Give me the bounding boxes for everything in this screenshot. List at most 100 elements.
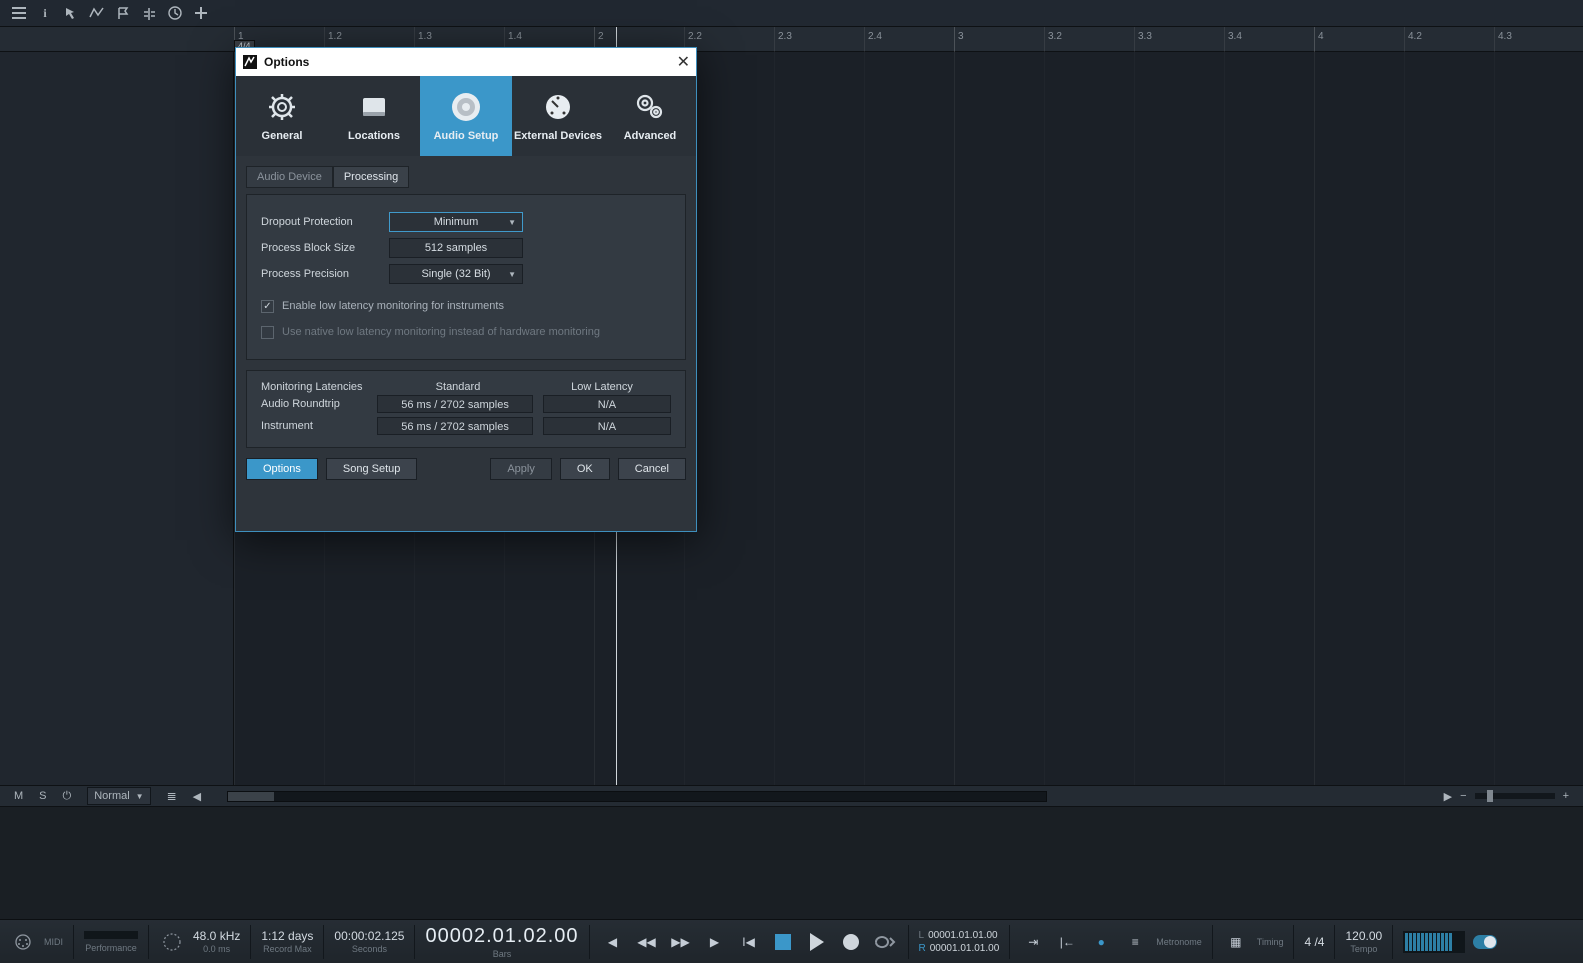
tempo-value[interactable]: 120.00 xyxy=(1345,929,1382,943)
record-max-label: Record Max xyxy=(263,944,312,954)
loop-button[interactable] xyxy=(872,929,898,955)
category-locations[interactable]: Locations xyxy=(328,76,420,156)
draw-tool-icon[interactable] xyxy=(84,1,110,25)
precision-label: Process Precision xyxy=(261,268,389,280)
global-solo[interactable]: S xyxy=(39,790,46,802)
precision-select[interactable]: Single (32 Bit) ▼ xyxy=(389,264,523,284)
timing-label: Timing xyxy=(1257,937,1284,947)
apply-button[interactable]: Apply xyxy=(490,458,552,480)
dropout-protection-select[interactable]: Minimum ▼ xyxy=(389,212,523,232)
metronome-label: Metronome xyxy=(1156,937,1202,947)
options-tabs: Audio Device Processing xyxy=(236,156,696,188)
locator-display[interactable]: L00001.01.01.00 R00001.01.01.00 xyxy=(919,930,1000,954)
autopunch-icon[interactable]: ⇥ xyxy=(1020,929,1046,955)
master-toggle[interactable] xyxy=(1473,935,1497,949)
category-audio-setup[interactable]: Audio Setup xyxy=(420,76,512,156)
scroll-right-icon[interactable]: ▶ xyxy=(1444,790,1452,803)
latencies-panel: Monitoring Latencies Standard Low Latenc… xyxy=(246,370,686,448)
cancel-button[interactable]: Cancel xyxy=(618,458,686,480)
automation-mode-select[interactable]: Normal ▼ xyxy=(87,787,150,805)
midi-label: MIDI xyxy=(44,937,63,947)
tracks-footer: M S ⏻ Normal ▼ ≣ ◀ ▶ − + xyxy=(0,785,1583,806)
lat-header-name: Monitoring Latencies xyxy=(261,381,379,393)
plus-icon[interactable] xyxy=(188,1,214,25)
power-icon[interactable]: ⏻ xyxy=(63,790,72,803)
block-size-label: Process Block Size xyxy=(261,242,389,254)
click-icon[interactable]: ● xyxy=(1088,929,1114,955)
stop-button[interactable] xyxy=(770,929,796,955)
flag-icon[interactable] xyxy=(110,1,136,25)
info-icon[interactable]: i xyxy=(32,1,58,25)
zoom-slider[interactable] xyxy=(1475,793,1555,799)
tab-audio-device[interactable]: Audio Device xyxy=(246,166,333,188)
song-setup-button[interactable]: Song Setup xyxy=(326,458,418,480)
zoom-in-icon[interactable]: + xyxy=(1563,790,1569,802)
chevron-down-icon: ▼ xyxy=(136,792,144,801)
native-low-latency-checkbox xyxy=(261,326,274,339)
clock-icon[interactable] xyxy=(162,1,188,25)
close-icon[interactable]: ✕ xyxy=(677,52,690,72)
gear-icon xyxy=(265,90,299,124)
midi-activity-icon[interactable] xyxy=(10,929,36,955)
dialog-titlebar[interactable]: Options ✕ xyxy=(236,48,696,76)
time-bars[interactable]: 00002.01.02.00 xyxy=(425,925,578,948)
drive-icon xyxy=(357,90,391,124)
category-label: Advanced xyxy=(624,130,677,142)
record-button[interactable] xyxy=(838,929,864,955)
block-size-value[interactable]: 512 samples xyxy=(389,238,523,258)
performance-label: Performance xyxy=(85,943,137,953)
low-latency-label: Enable low latency monitoring for instru… xyxy=(282,300,504,312)
scroll-left-icon[interactable]: ◀ xyxy=(193,790,201,803)
time-seconds[interactable]: 00:00:02.125 xyxy=(334,929,404,943)
forward-icon[interactable]: ▶▶ xyxy=(668,929,694,955)
lat-row-standard: 56 ms / 2702 samples xyxy=(377,417,533,435)
insert-icon[interactable] xyxy=(136,1,162,25)
rewind-icon[interactable]: ◀◀ xyxy=(634,929,660,955)
table-row: Audio Roundtrip 56 ms / 2702 samples N/A xyxy=(261,393,671,415)
ok-button[interactable]: OK xyxy=(560,458,610,480)
preroll-icon[interactable]: |← xyxy=(1054,929,1080,955)
zoom-out-icon[interactable]: − xyxy=(1460,790,1466,802)
rtb-end-icon[interactable]: ▶ xyxy=(702,929,728,955)
latency: 0.0 ms xyxy=(203,944,230,954)
precision-value: Single (32 Bit) xyxy=(421,268,490,280)
rtb-start-icon[interactable]: ◀ xyxy=(600,929,626,955)
options-categories: General Locations Audio Setup External D… xyxy=(236,76,696,156)
arrow-tool-icon[interactable] xyxy=(58,1,84,25)
gauge-icon xyxy=(541,90,575,124)
return-to-zero-icon[interactable]: I◀ xyxy=(736,929,762,955)
list-icon[interactable] xyxy=(6,1,32,25)
lower-panel xyxy=(0,806,1583,919)
time-seconds-label: Seconds xyxy=(352,944,387,954)
horizontal-scrollbar[interactable] xyxy=(227,791,1047,802)
category-label: Locations xyxy=(348,130,400,142)
global-mute[interactable]: M xyxy=(14,790,23,802)
chevron-down-icon: ▼ xyxy=(508,270,516,279)
processing-panel: Dropout Protection Minimum ▼ Process Blo… xyxy=(246,194,686,360)
low-latency-checkbox[interactable] xyxy=(261,300,274,313)
category-advanced[interactable]: Advanced xyxy=(604,76,696,156)
timing-icon[interactable]: ▦ xyxy=(1223,929,1249,955)
play-button[interactable] xyxy=(804,929,830,955)
cpu-meter xyxy=(84,931,138,939)
list-icon[interactable]: ≣ xyxy=(167,789,177,803)
app-icon xyxy=(242,54,258,70)
category-external-devices[interactable]: External Devices xyxy=(512,76,604,156)
table-row: Instrument 56 ms / 2702 samples N/A xyxy=(261,415,671,437)
lat-header-low: Low Latency xyxy=(537,381,667,393)
tab-processing[interactable]: Processing xyxy=(333,166,409,188)
sync-icon[interactable] xyxy=(159,929,185,955)
master-meter xyxy=(1403,931,1465,953)
options-button[interactable]: Options xyxy=(246,458,318,480)
tempo-label: Tempo xyxy=(1350,944,1377,954)
transport-bar: MIDI Performance 48.0 kHz 0.0 ms 1:12 da… xyxy=(0,919,1583,963)
precount-icon[interactable]: ≡ xyxy=(1122,929,1148,955)
dropout-protection-label: Dropout Protection xyxy=(261,216,389,228)
category-general[interactable]: General xyxy=(236,76,328,156)
time-signature[interactable]: 4 /4 xyxy=(1304,935,1324,949)
automation-mode-value: Normal xyxy=(94,790,129,802)
track-header-panel xyxy=(0,52,234,785)
record-time: 1:12 days xyxy=(261,929,313,943)
chevron-down-icon: ▼ xyxy=(508,218,516,227)
dialog-buttons: Options Song Setup Apply OK Cancel xyxy=(236,458,696,490)
